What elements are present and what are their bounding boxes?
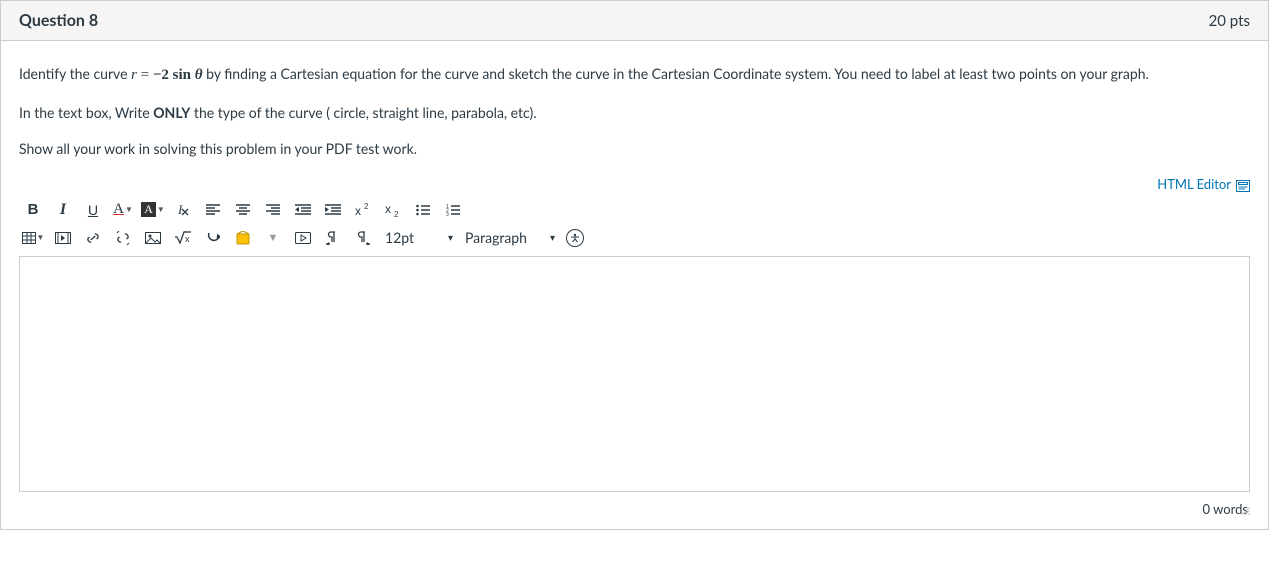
text: by finding a Cartesian equation for the … xyxy=(203,65,1149,82)
equation-button[interactable]: x xyxy=(169,225,197,251)
svg-text:x: x xyxy=(185,234,190,244)
underline-button[interactable]: U xyxy=(79,197,107,223)
html-editor-label: HTML Editor xyxy=(1157,176,1230,192)
link-icon xyxy=(85,231,101,245)
unlink-icon xyxy=(115,231,131,245)
paragraph-select-wrap: Paragraph ▾ xyxy=(459,227,559,248)
resize-grip-icon[interactable] xyxy=(1240,505,1250,515)
svg-text:2: 2 xyxy=(394,210,399,217)
clear-format-button[interactable]: I xyxy=(169,197,197,223)
underline-icon: U xyxy=(88,202,98,218)
more-button[interactable]: ▼ xyxy=(259,225,287,251)
align-right-button[interactable] xyxy=(259,197,287,223)
instruction-line-3: Show all your work in solving this probl… xyxy=(19,140,1250,158)
chevron-down-icon: ▼ xyxy=(157,205,165,214)
highlight-icon: A xyxy=(141,202,156,217)
font-size-select-wrap: 12pt ▾ xyxy=(379,227,457,248)
unlink-button[interactable] xyxy=(109,225,137,251)
insert-button[interactable] xyxy=(199,225,227,251)
math-coef: 2 sin xyxy=(161,67,194,83)
question-points: 20 pts xyxy=(1209,12,1250,30)
answer-textarea[interactable] xyxy=(19,256,1250,492)
record-button[interactable] xyxy=(289,225,317,251)
media-button[interactable] xyxy=(49,225,77,251)
instruction-line-2: In the text box, Write ONLY the type of … xyxy=(19,104,1250,122)
math-theta: θ xyxy=(195,67,203,83)
svg-text:x: x xyxy=(385,203,391,216)
accessibility-icon xyxy=(566,229,584,247)
ltr-icon xyxy=(326,231,340,245)
align-center-icon xyxy=(236,204,250,216)
italic-icon: I xyxy=(60,201,66,219)
math-eq: = xyxy=(137,67,153,83)
emoji-button[interactable] xyxy=(229,225,257,251)
ltr-button[interactable] xyxy=(319,225,347,251)
italic-button[interactable]: I xyxy=(49,197,77,223)
question-title: Question 8 xyxy=(19,11,98,30)
html-editor-link[interactable]: HTML Editor xyxy=(1157,176,1250,192)
outdent-icon xyxy=(295,204,311,216)
numbered-list-button[interactable]: 123 xyxy=(439,197,467,223)
table-button[interactable]: ▼ xyxy=(19,225,47,251)
question-header: Question 8 20 pts xyxy=(1,1,1268,41)
insert-icon xyxy=(206,232,220,244)
emoji-icon xyxy=(236,231,250,245)
indent-button[interactable] xyxy=(319,197,347,223)
chevron-down-icon: ▼ xyxy=(37,233,45,242)
align-center-button[interactable] xyxy=(229,197,257,223)
bullet-list-button[interactable] xyxy=(409,197,437,223)
instruction-line-1: Identify the curve r = −2 sin θ by findi… xyxy=(19,65,1250,86)
clear-format-icon: I xyxy=(175,203,191,217)
html-editor-icon xyxy=(1236,180,1250,192)
font-size-select[interactable]: 12pt xyxy=(379,227,457,248)
html-editor-toggle: HTML Editor xyxy=(19,176,1250,192)
highlight-button[interactable]: A▼ xyxy=(139,197,167,223)
superscript-icon: x2 xyxy=(355,203,371,217)
image-button[interactable] xyxy=(139,225,167,251)
align-left-button[interactable] xyxy=(199,197,227,223)
align-right-icon xyxy=(266,204,280,216)
question-container: Question 8 20 pts Identify the curve r =… xyxy=(0,0,1269,530)
svg-text:2: 2 xyxy=(364,203,369,211)
text-color-icon: A xyxy=(113,201,124,218)
indent-icon xyxy=(325,204,341,216)
toolbar-row-1: B I U A▼ A▼ I xyxy=(19,196,1250,224)
link-button[interactable] xyxy=(79,225,107,251)
equation-icon: x xyxy=(174,231,192,245)
accessibility-button[interactable] xyxy=(561,225,589,251)
text: Identify the curve xyxy=(19,65,131,82)
text: the type of the curve ( circle, straight… xyxy=(190,104,536,121)
media-icon xyxy=(55,232,71,244)
svg-text:x: x xyxy=(355,204,361,217)
align-left-icon xyxy=(206,204,220,216)
svg-text:3: 3 xyxy=(446,212,449,216)
subscript-icon: x2 xyxy=(385,203,401,217)
chevron-down-icon: ▼ xyxy=(125,205,133,214)
bold-button[interactable]: B xyxy=(19,197,47,223)
question-body: Identify the curve r = −2 sin θ by findi… xyxy=(1,41,1268,529)
text: In the text box, Write xyxy=(19,104,153,121)
outdent-button[interactable] xyxy=(289,197,317,223)
numbered-list-icon: 123 xyxy=(446,204,460,216)
superscript-button[interactable]: x2 xyxy=(349,197,377,223)
rtl-button[interactable] xyxy=(349,225,377,251)
record-icon xyxy=(295,232,311,244)
toolbar-row-2: ▼ x xyxy=(19,224,1250,252)
image-icon xyxy=(145,232,161,244)
editor-toolbar: B I U A▼ A▼ I xyxy=(19,196,1250,256)
bold-icon: B xyxy=(28,201,39,218)
subscript-button[interactable]: x2 xyxy=(379,197,407,223)
chevron-down-icon: ▼ xyxy=(268,232,279,244)
rtl-icon xyxy=(356,231,370,245)
table-icon xyxy=(22,232,36,244)
text-color-button[interactable]: A▼ xyxy=(109,197,137,223)
word-count-bar: 0 words xyxy=(19,495,1250,517)
paragraph-select[interactable]: Paragraph xyxy=(459,227,559,248)
bullet-list-icon xyxy=(416,204,430,216)
text-bold: ONLY xyxy=(153,104,190,121)
